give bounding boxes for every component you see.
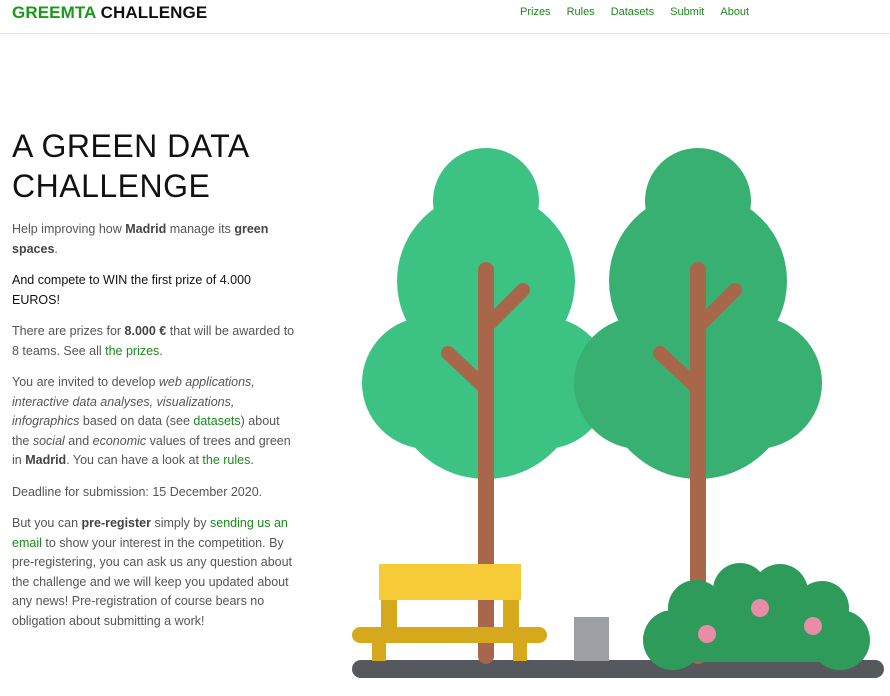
emphasis-madrid: Madrid <box>125 222 167 236</box>
nav-link-rules[interactable]: Rules <box>567 6 595 18</box>
flower <box>804 617 822 635</box>
deadline-paragraph: Deadline for submission: 15 December 202… <box>12 484 263 499</box>
datasets-link[interactable]: datasets <box>193 414 240 428</box>
bush <box>643 563 870 670</box>
text: Help improving how <box>12 222 126 236</box>
emphasis-economic: economic <box>92 433 147 448</box>
navbar: GREEMTA CHALLENGE Prizes Rules Datasets … <box>0 0 890 34</box>
ground-strip <box>352 660 884 678</box>
text: . <box>159 343 163 358</box>
bench-support <box>503 600 519 628</box>
nav-link-submit[interactable]: Submit <box>670 6 704 18</box>
hero-title: A GREEN DATA CHALLENGE <box>12 128 248 204</box>
flower <box>698 625 716 643</box>
park-illustration <box>352 148 884 678</box>
emphasis-madrid: Madrid <box>25 453 67 467</box>
invite-paragraph: You are invited to develop web applicati… <box>12 373 300 471</box>
rules-link[interactable]: the rules <box>202 453 250 467</box>
preregister-paragraph: But you can pre-register simply by sendi… <box>12 514 300 631</box>
text: to show your interest in the competition… <box>12 535 293 628</box>
text: You are invited to develop <box>12 375 159 389</box>
tree-foliage <box>690 317 822 449</box>
hero-text: A GREEN DATA CHALLENGE Help improving ho… <box>12 126 300 643</box>
bench-support <box>381 600 397 628</box>
bench-backrest <box>379 564 521 600</box>
nav-link-datasets[interactable]: Datasets <box>611 6 654 18</box>
brand-part-dark: CHALLENGE <box>100 3 208 22</box>
trash-bin <box>574 617 609 661</box>
nav-link-prizes[interactable]: Prizes <box>520 6 551 18</box>
bench <box>352 564 547 661</box>
brand-logo[interactable]: GREEMTA CHALLENGE <box>12 3 207 23</box>
prize-amount: 8.000 € <box>124 324 167 338</box>
prizes-link[interactable]: the prizes <box>105 344 159 358</box>
text: manage its <box>166 222 235 236</box>
text: . <box>250 453 254 467</box>
nav-menu: Prizes Rules Datasets Submit About <box>520 6 765 18</box>
text: But you can <box>12 516 82 530</box>
brand-part-green: GREEMTA <box>12 3 96 22</box>
bench-leg <box>513 643 527 661</box>
bench-seat <box>352 627 547 643</box>
text: . <box>54 241 58 256</box>
text: simply by <box>150 516 211 530</box>
text: . You can have a look at <box>66 453 203 467</box>
emphasis-pre-register: pre-register <box>81 516 151 530</box>
text: based on data (see <box>79 414 194 428</box>
emphasis-social: social <box>32 433 65 448</box>
bush-foliage <box>670 610 845 662</box>
text: There are prizes for <box>12 324 125 338</box>
prizes-paragraph: There are prizes for 8.000 € that will b… <box>12 322 300 361</box>
flower <box>751 599 769 617</box>
first-prize-paragraph: And compete to WIN the first prize of 4.… <box>12 273 252 307</box>
intro-paragraph: Help improving how Madrid manage its gre… <box>12 220 300 259</box>
bench-leg <box>372 643 386 661</box>
text: and <box>64 433 93 448</box>
nav-link-about[interactable]: About <box>720 6 749 18</box>
